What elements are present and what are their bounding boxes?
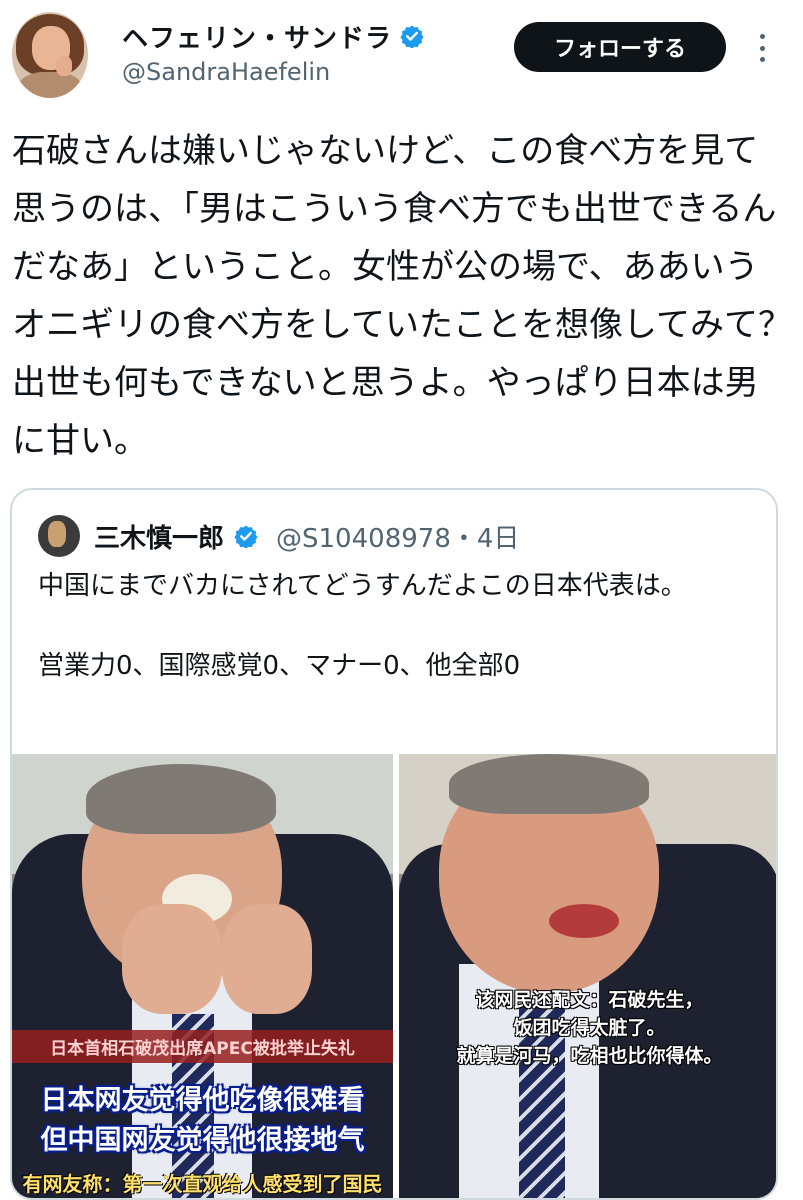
quoted-text-line: 営業力0、国際感覚0、マナー0、他全部0 [38,651,521,681]
media-photo-left[interactable]: 日本首相石破茂出席APEC被批举止失礼 日本网友觉得他吃像很难看 但中国网友觉得… [12,754,393,1198]
caption-red: 日本首相石破茂出席APEC被批举止失礼 [12,1030,393,1063]
quoted-media-grid: 日本首相石破茂出席APEC被批举止失礼 日本网友觉得他吃像很难看 但中国网友觉得… [12,754,776,1198]
author-handle[interactable]: @SandraHaefelin [122,58,330,86]
quoted-author-avatar [38,515,80,557]
verified-badge-icon [234,525,258,548]
follow-button[interactable]: フォローする [514,22,726,72]
quoted-text-line [38,606,758,646]
quoted-text-line: 中国にまでバカにされてどうすんだよこの日本代表は。 [38,571,687,601]
caption-line-3: 就算是河马，吃相也比你得体。 [456,1045,723,1067]
tweet-text: 石破さんは嫌いじゃないけど、この食べ方を見て思うのは、「男はこういう食べ方でも出… [12,131,792,461]
more-dot [759,34,765,39]
photo-hand-right [222,904,312,1014]
caption-bottom: 有网友称：第一次直观给人感受到了国民 [22,1172,383,1196]
caption-line-2: 但中国网友觉得他很接地气 [40,1125,365,1156]
quoted-tweet-text: 中国にまでバカにされてどうすんだよこの日本代表は。 営業力0、国際感覚0、マナー… [38,566,758,686]
media-photo-right[interactable]: 该网民还配文：石破先生， 饭团吃得太脏了。 就算是河马，吃相也比你得体。 [399,754,776,1198]
caption-line-1: 该网民还配文：石破先生， [475,989,704,1011]
avatar-body [18,72,82,98]
more-dot [759,57,765,62]
author-display-name[interactable]: ヘフェリン・サンドラ [122,18,392,55]
author-avatar[interactable] [12,12,88,98]
photo-hair [86,764,276,834]
author-name-row: ヘフェリン・サンドラ [122,18,424,54]
caption-line-2: 饭团吃得太脏了。 [513,1017,666,1039]
more-dot [759,45,765,51]
photo-hand-left [122,904,222,1014]
avatar-hand [56,56,72,76]
tweet-header: ヘフェリン・サンドラ @SandraHaefelin フォローする [0,0,803,110]
quoted-author-name: 三木慎一郎 [94,523,225,554]
quoted-author-handle-time: @S10408978・4日 [276,523,520,554]
quoted-tweet-card[interactable]: 三木慎一郎 @S10408978・4日 中国にまでバカにされてどうすんだよこの日… [10,488,778,1200]
caption-line-1: 日本网友觉得他吃像很难看 [40,1085,365,1116]
photo-hair [449,754,649,814]
quoted-tweet-header: 三木慎一郎 @S10408978・4日 [38,514,519,558]
more-vertical-icon[interactable] [752,34,772,62]
photo-mouth [549,904,619,938]
verified-badge-icon [400,25,424,48]
